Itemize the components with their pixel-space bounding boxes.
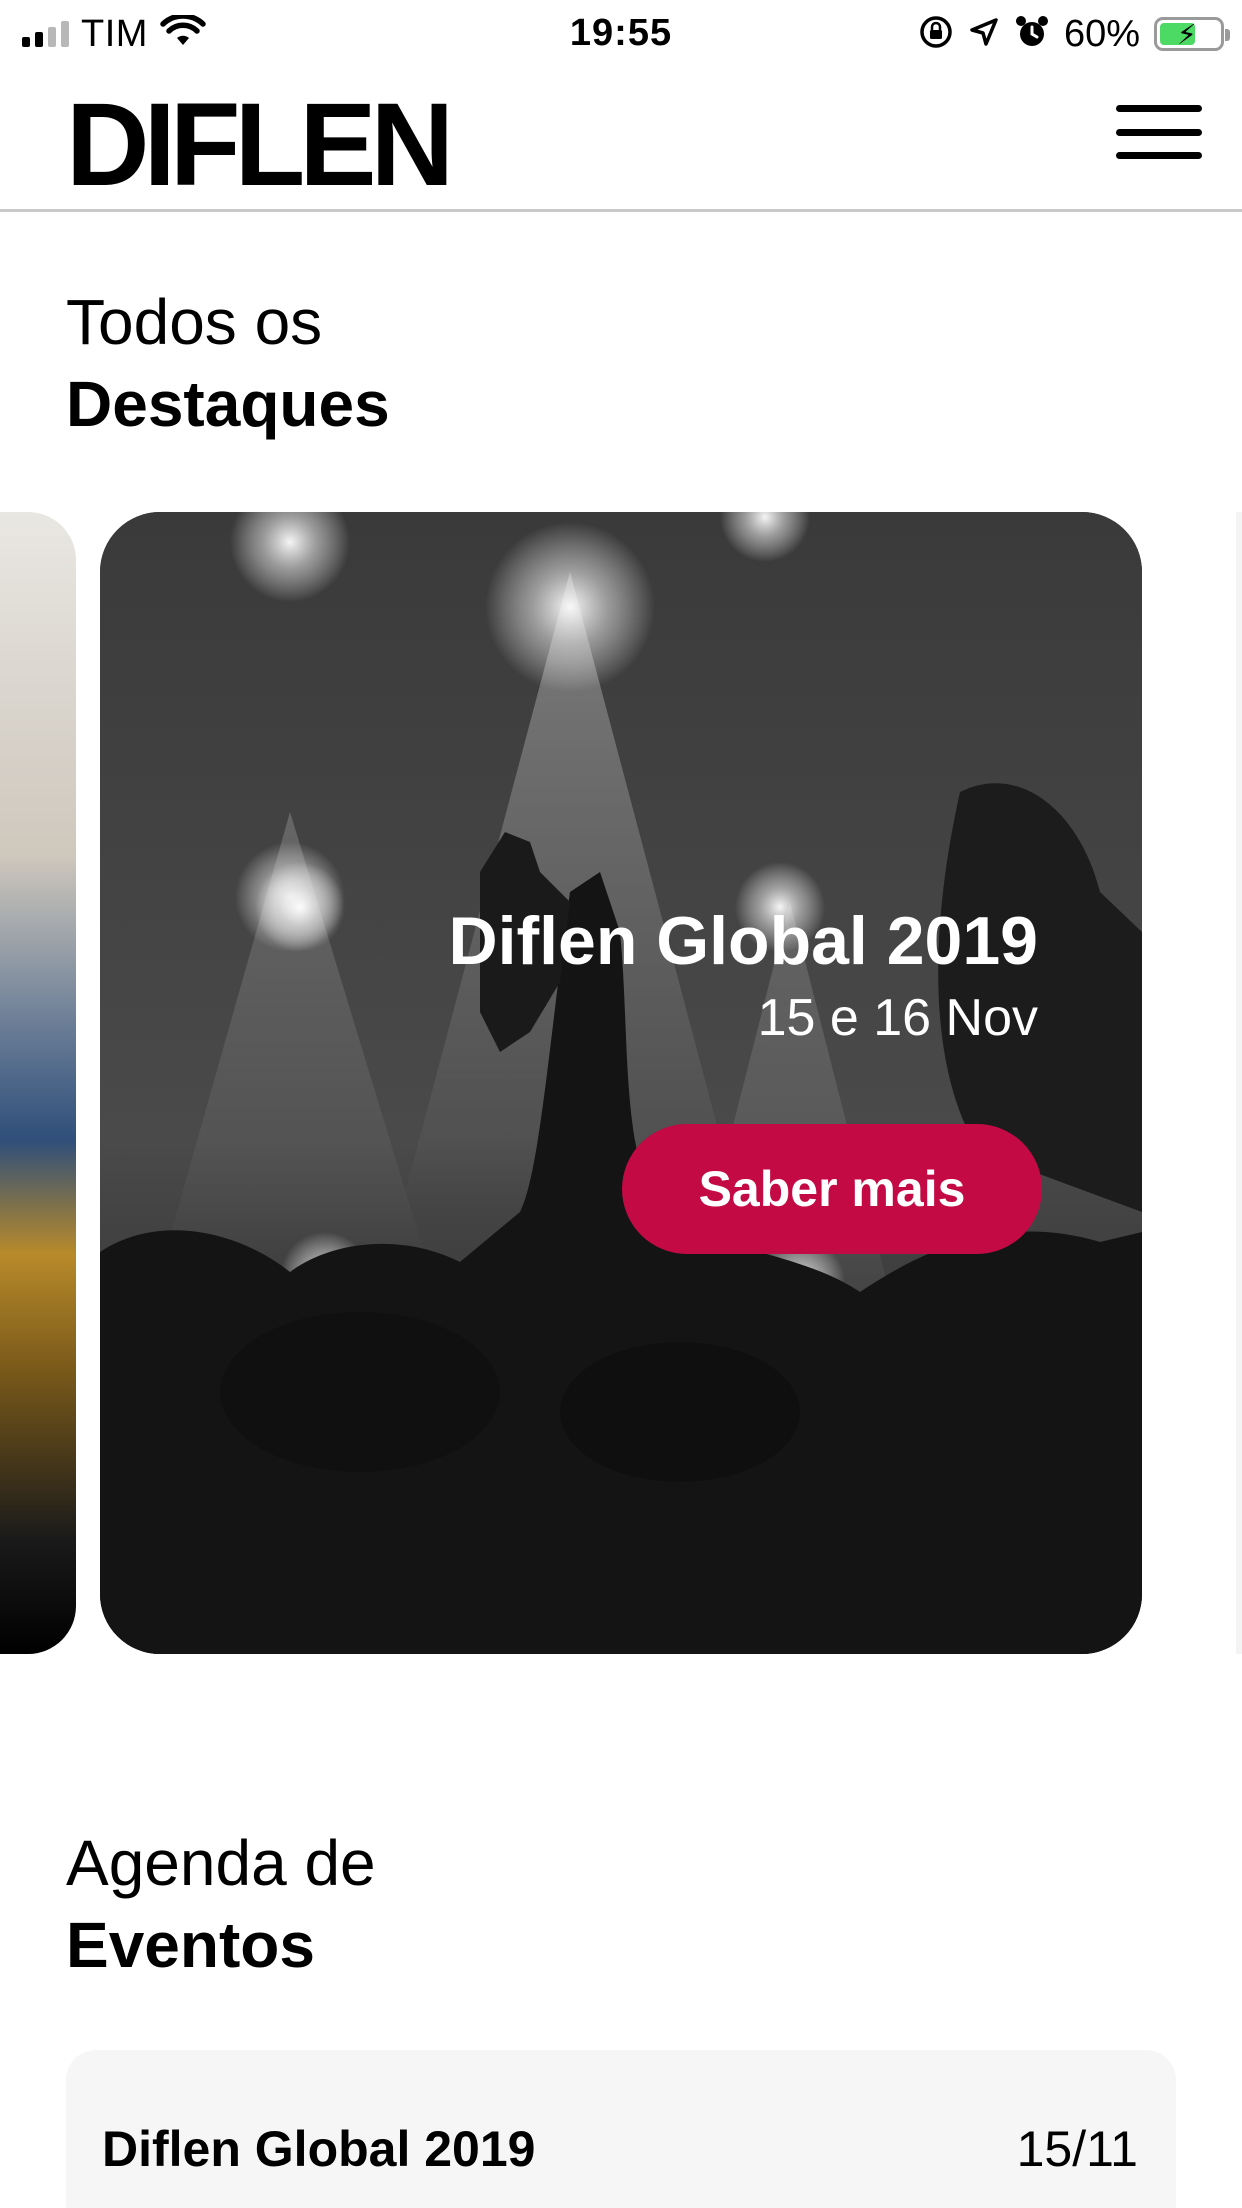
orientation-lock-icon <box>918 14 954 55</box>
battery-percent: 60% <box>1063 12 1140 55</box>
highlight-card[interactable]: Diflen Global 2019 15 e 16 Nov Saber mai… <box>100 512 1142 1654</box>
event-date: 15/11 <box>1016 2121 1138 2177</box>
app-header: DIFLEN <box>0 68 1242 212</box>
events-list: Diflen Global 2019 15/11 <box>66 2050 1176 2208</box>
highlights-title-light: Todos os <box>66 286 323 358</box>
status-bar: TIM 19:55 60% ⚡ <box>0 0 1242 68</box>
highlights-carousel[interactable]: Diflen Global 2019 15 e 16 Nov Saber mai… <box>0 512 1242 1654</box>
location-icon <box>968 16 1000 53</box>
highlight-card-previous[interactable] <box>0 512 76 1654</box>
saber-mais-button[interactable]: Saber mais <box>622 1124 1042 1254</box>
highlight-card-date: 15 e 16 Nov <box>757 989 1038 1047</box>
agenda-title-bold: Eventos <box>66 1909 315 1981</box>
concert-photo <box>100 512 1142 1654</box>
highlight-card-title: Diflen Global 2019 <box>448 903 1038 979</box>
highlight-card-next[interactable] <box>1236 512 1242 1654</box>
status-right: 60% ⚡ <box>918 12 1230 56</box>
agenda-title: Agenda de Eventos <box>66 1823 376 1987</box>
agenda-title-light: Agenda de <box>66 1827 376 1899</box>
highlights-title-bold: Destaques <box>66 368 390 440</box>
highlights-title: Todos os Destaques <box>66 282 390 446</box>
diflen-logo[interactable]: DIFLEN <box>66 86 454 204</box>
event-name: Diflen Global 2019 <box>102 2121 536 2177</box>
event-list-item[interactable]: Diflen Global 2019 15/11 <box>102 2120 1138 2178</box>
alarm-icon <box>1014 14 1050 55</box>
hamburger-menu-icon[interactable] <box>1116 100 1202 164</box>
battery-charging-icon: ⚡ <box>1154 17 1230 51</box>
